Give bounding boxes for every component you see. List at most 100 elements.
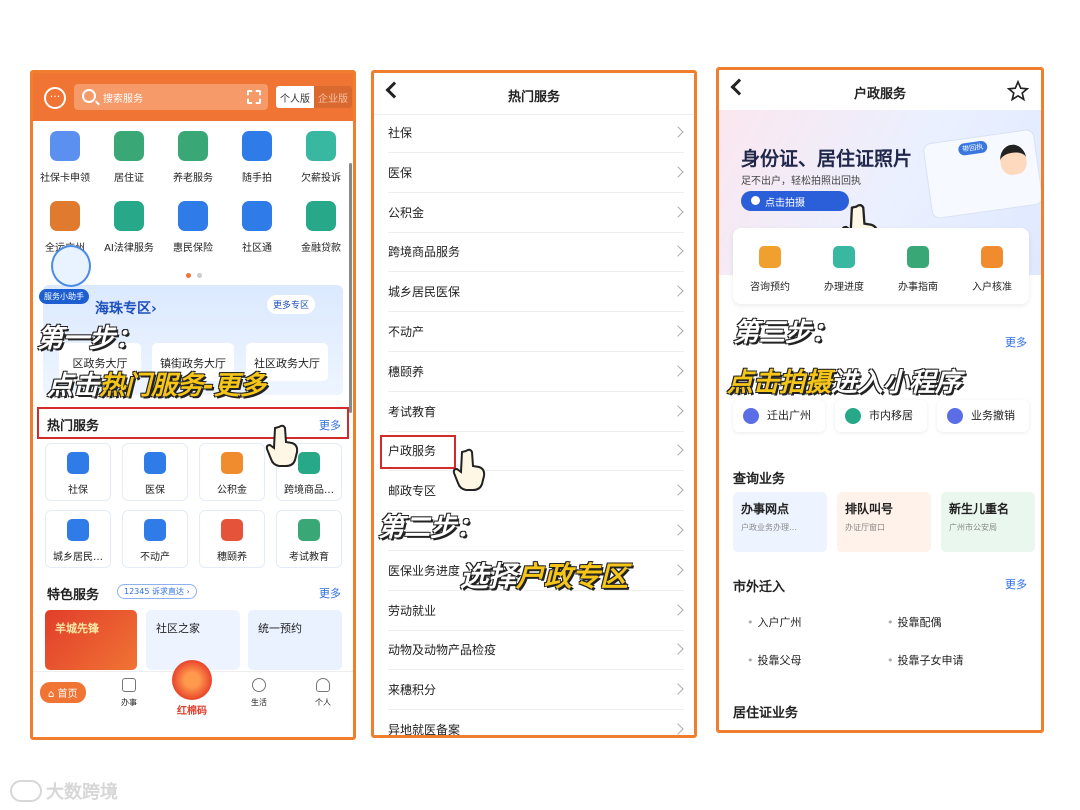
hot-services-more-link[interactable]: 更多	[319, 417, 341, 433]
page-title: 热门服务	[507, 90, 560, 105]
list-item[interactable]: 公积金	[388, 193, 684, 233]
list-item-label: 考试教育	[388, 404, 437, 419]
tab-me[interactable]: 个人	[303, 678, 343, 708]
service-item[interactable]: 欠薪投诉	[289, 131, 353, 184]
complaint-icon	[306, 131, 336, 161]
query-card-outlets[interactable]: 办事网点 户政业务办理…	[733, 492, 827, 552]
service-item[interactable]: 金融贷款	[289, 201, 353, 254]
service-item[interactable]: 随手拍	[225, 131, 289, 184]
list-item-label: 医保业务进度	[388, 563, 461, 578]
list-item[interactable]: 社保	[388, 113, 684, 153]
query-card-newborn[interactable]: 新生儿重名 广州市公安局	[941, 492, 1035, 552]
list-item[interactable]: 劳动就业	[388, 591, 684, 631]
service-item[interactable]: 养老服务	[161, 131, 225, 184]
list-item[interactable]: 入户广州	[747, 614, 802, 630]
service-item[interactable]: 社区通	[225, 201, 289, 254]
list-item[interactable]: 穗颐养	[388, 352, 684, 392]
hot-service-tile[interactable]: 公积金	[199, 443, 265, 501]
list-item[interactable]: 投靠配偶	[887, 614, 942, 630]
service-item[interactable]: 居住证	[97, 131, 161, 184]
featured-more-link[interactable]: 更多	[319, 585, 341, 601]
hot-service-tile[interactable]: 穗颐养	[199, 510, 265, 568]
quick-approval[interactable]: 入户核准	[955, 246, 1029, 293]
list-item[interactable]: 不动产	[388, 312, 684, 352]
hot-service-tile[interactable]: 城乡居民…	[45, 510, 111, 568]
hot-services-title: 热门服务	[47, 419, 100, 434]
tab-home[interactable]: ⌂ 首页	[40, 682, 86, 703]
more-link[interactable]: 更多	[1005, 334, 1027, 350]
chevron-right-icon	[672, 245, 684, 258]
chevron-right-icon	[672, 643, 684, 656]
outside-more-link[interactable]: 更多	[1005, 576, 1027, 592]
insurance-icon	[178, 201, 208, 231]
chip-move-within[interactable]: 市内移居	[835, 400, 927, 432]
list-item[interactable]: 城乡居民医保	[388, 272, 684, 313]
list-item[interactable]: 考试教育	[388, 392, 684, 432]
list-item-label: 医保	[388, 165, 413, 180]
chevron-right-icon	[672, 603, 684, 616]
featured-title: 特色服务	[47, 588, 100, 603]
tab-work[interactable]: 办事	[109, 678, 149, 708]
house-fund-icon	[221, 452, 243, 474]
chip-cancel[interactable]: 业务撤销	[937, 400, 1029, 432]
chevron-right-icon	[672, 723, 684, 735]
list-item[interactable]: 医保	[388, 153, 684, 193]
service-item[interactable]: 惠民保险	[161, 201, 225, 254]
quick-actions-card: 咨询预约 办理进度 办事指南 入户核准	[733, 228, 1029, 304]
version-personal[interactable]: 个人版	[276, 86, 314, 108]
id-card-illustration: 带回执	[922, 128, 1041, 220]
service-item[interactable]: AI法律服务	[97, 201, 161, 254]
list-item[interactable]: 来穗积分	[388, 670, 684, 711]
approval-icon	[981, 246, 1003, 268]
list-item[interactable]: 投靠父母	[747, 652, 802, 668]
service-item[interactable]: 社保卡申领	[33, 131, 97, 184]
haizhu-title[interactable]: 海珠专区›	[95, 298, 157, 318]
hotline-badge[interactable]: 12345 诉求直达 ›	[117, 584, 197, 599]
message-icon[interactable]: ···	[44, 87, 66, 109]
pointing-hand-icon	[265, 424, 299, 467]
helper-badge[interactable]: 服务小助手	[39, 289, 89, 304]
version-business[interactable]: 企业版	[314, 86, 352, 108]
feature-card-pioneer[interactable]: 羊城先锋	[45, 610, 137, 670]
tab-life[interactable]: 生活	[239, 678, 279, 708]
hot-service-tile[interactable]: 社保	[45, 443, 111, 501]
list-item[interactable]: 动物及动物产品检疫	[388, 630, 684, 671]
mascot-icon[interactable]	[51, 245, 91, 287]
take-photo-button[interactable]: 点击拍摄	[741, 191, 849, 211]
version-switch[interactable]: 个人版 企业版	[276, 86, 352, 108]
scrollbar[interactable]	[349, 163, 352, 413]
chip-move-out[interactable]: 迁出广州	[733, 400, 825, 432]
household-services-panel: 户政服务 带回执 身份证、居住证照片 足不出户，轻松拍照出回执 点击拍摄 咨询预…	[716, 67, 1044, 733]
feature-card-booking[interactable]: 统一预约	[248, 610, 342, 670]
page-title: 户政服务	[853, 87, 906, 102]
list-item[interactable]: 异地就医备案	[388, 710, 684, 735]
quick-guide[interactable]: 办事指南	[881, 246, 955, 293]
list-item[interactable]: 投靠子女申请	[887, 652, 964, 668]
more-zones-button[interactable]: 更多专区	[267, 295, 316, 314]
chevron-right-icon	[672, 325, 684, 337]
list-item[interactable]: 跨境商品服务	[388, 232, 684, 273]
quick-progress[interactable]: 办理进度	[807, 246, 881, 293]
progress-icon	[833, 246, 855, 268]
list-item-label: 邮政专区	[388, 484, 437, 499]
tab-redcode[interactable]: 红棉码	[167, 660, 217, 717]
list-item[interactable]: 邮政专区	[388, 471, 684, 512]
quick-consult[interactable]: 咨询预约	[733, 246, 807, 293]
list-item-label: 来穗积分	[388, 683, 437, 698]
search-box[interactable]: 搜索服务	[74, 84, 268, 110]
outside-section-title: 市外迁入	[733, 580, 786, 595]
hot-service-tile[interactable]: 医保	[122, 443, 188, 501]
chevron-right-icon	[672, 285, 684, 297]
query-card-queue[interactable]: 排队叫号 办证厅窗口	[837, 492, 931, 552]
care-icon	[221, 519, 243, 541]
scan-icon[interactable]	[247, 90, 261, 104]
medical-card-icon	[144, 452, 166, 474]
hot-service-tile[interactable]: 考试教育	[276, 510, 342, 568]
chevron-right-icon	[672, 524, 684, 536]
favorite-star-icon[interactable]	[1007, 80, 1029, 102]
hot-service-label: 考试教育	[289, 552, 329, 563]
hot-service-tile[interactable]: 不动产	[122, 510, 188, 568]
step2-line2: 选择户政专区	[460, 560, 629, 593]
chevron-right-icon	[672, 564, 684, 576]
page-dots	[183, 263, 205, 282]
